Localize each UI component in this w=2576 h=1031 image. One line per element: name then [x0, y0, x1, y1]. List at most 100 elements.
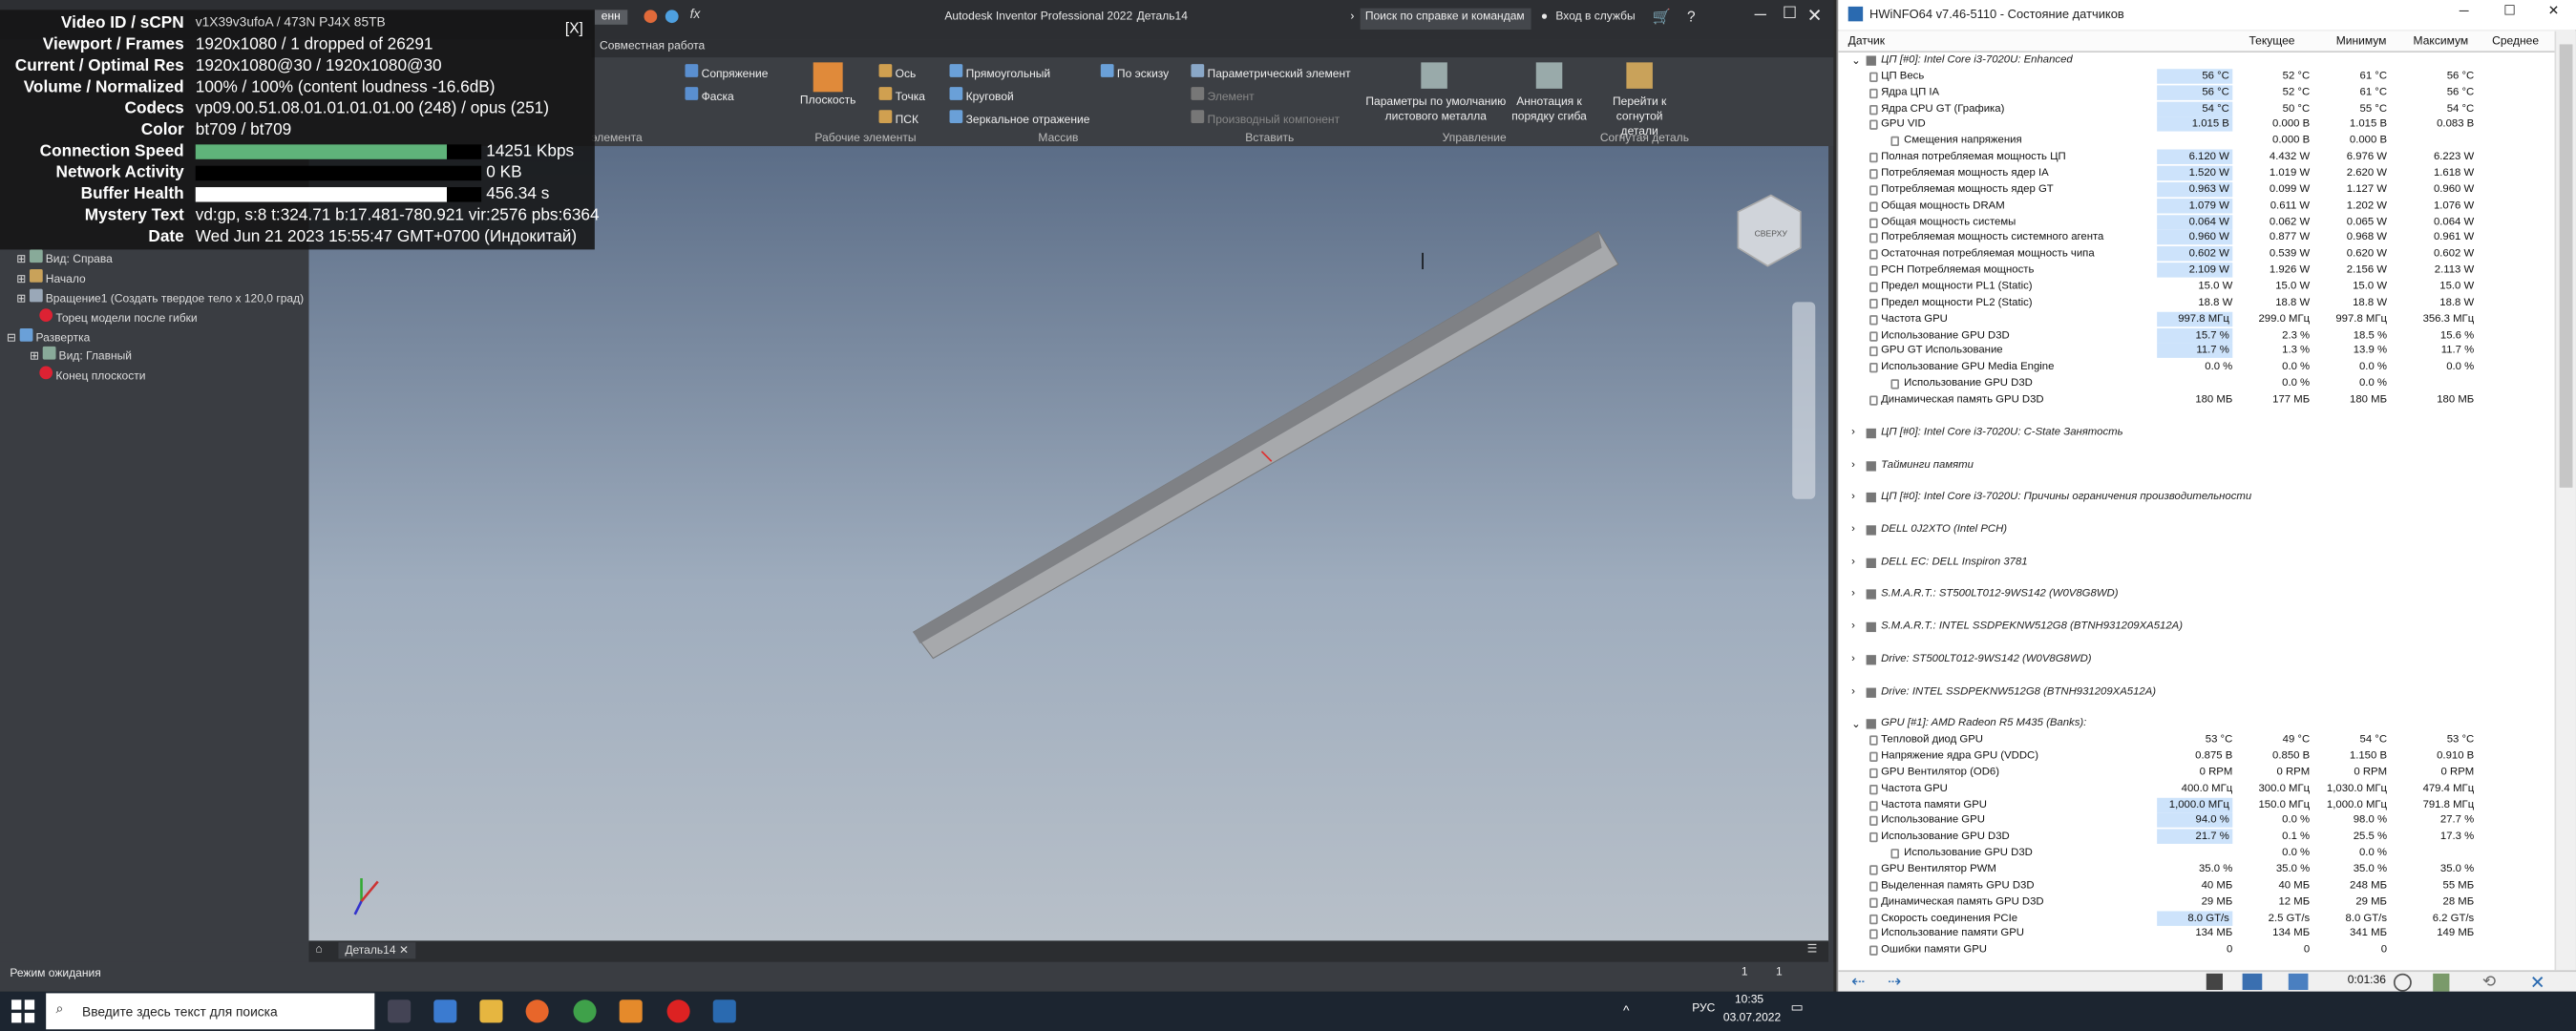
sensor-row[interactable]: Частота GPU 400.0 МГц 300.0 МГц 1,030.0 МГц…: [1838, 781, 2554, 797]
sensor-row[interactable]: Ошибки памяти GPU 0 0 0: [1838, 943, 2554, 959]
fx-icon[interactable]: fx: [690, 7, 701, 21]
expand-right-icon[interactable]: ›: [1851, 556, 1855, 567]
sensor-row[interactable]: Использование GPU 94.0 % 0.0 % 98.0 % 27.7 %: [1838, 812, 2554, 830]
expand-right-icon[interactable]: ›: [1851, 653, 1855, 664]
sensor-row[interactable]: Напряжение ядра GPU (VDDC) 0.875 В 0.850 В…: [1838, 748, 2554, 765]
sensor-group-row[interactable]: › Тайминги памяти: [1838, 457, 2554, 473]
close-icon[interactable]: ✕: [2530, 972, 2545, 994]
expand-right-icon[interactable]: ›: [1851, 427, 1855, 438]
sensor-row[interactable]: GPU GT Использование 11.7 % 1.3 % 13.9 % 11.…: [1838, 344, 2554, 360]
menu-icon[interactable]: ☰: [1807, 942, 1818, 956]
sensor-row[interactable]: Общая мощность DRAM 1.079 W 0.611 W 1.202 W…: [1838, 198, 2554, 215]
sensor-row[interactable]: PCH Потребляемая мощность 2.109 W 1.926 W 2…: [1838, 263, 2554, 279]
plane-button[interactable]: Плоскость: [800, 95, 855, 107]
taskbar-search[interactable]: ⌕ Введите здесь текст для поиска: [46, 993, 375, 1030]
sensor-group-row[interactable]: › ЦП [#0]: Intel Core i3-7020U: Причины о…: [1838, 490, 2554, 506]
close-button[interactable]: ✕: [2548, 3, 2560, 17]
expand-down-icon[interactable]: ⌄: [1851, 54, 1861, 67]
sensor-row[interactable]: Предел мощности PL2 (Static) 18.8 W 18.8 W…: [1838, 295, 2554, 311]
report-icon[interactable]: [2433, 973, 2450, 992]
hwinfo-taskbar-icon[interactable]: [712, 999, 736, 1023]
tray-chevron-icon[interactable]: ^: [1623, 1003, 1629, 1018]
sensor-group-row[interactable]: › DELL 0J2XTO (Intel PCH): [1838, 522, 2554, 538]
folder-icon[interactable]: [479, 999, 503, 1023]
sensor-group-row[interactable]: › ЦП [#0]: Intel Core i3-7020U: C-State З…: [1838, 425, 2554, 441]
sensor-row[interactable]: Использование памяти GPU 134 МБ 134 МБ 341 …: [1838, 927, 2554, 943]
close-button[interactable]: ✕: [1807, 5, 1823, 27]
sensor-row[interactable]: Динамическая память GPU D3D 180 МБ 177 МБ 1…: [1838, 392, 2554, 409]
sensor-row[interactable]: Использование GPU D3D 0.0 % 0.0 %: [1838, 846, 2554, 862]
scrollbar-thumb[interactable]: [2559, 44, 2573, 488]
col-avg[interactable]: Среднее: [2492, 36, 2539, 48]
point-button[interactable]: Точка: [878, 87, 925, 103]
sensor-row[interactable]: GPU Вентилятор (OD6) 0 RPM 0 RPM 0 RPM 0 RPM: [1838, 765, 2554, 781]
col-max[interactable]: Максимум: [2414, 36, 2469, 48]
tree-item-right-view[interactable]: ⊞ Вид: Справа: [16, 249, 113, 266]
nav-right-icon[interactable]: ⇢: [1888, 974, 1901, 992]
start-button[interactable]: [11, 999, 35, 1023]
sensor-row[interactable]: Потребляемая мощность ядер IA 1.520 W 1.01…: [1838, 165, 2554, 182]
sensor-row[interactable]: Потребляемая мощность системного агента 0…: [1838, 230, 2554, 247]
sketch-pattern-button[interactable]: По эскизу: [1100, 64, 1169, 80]
sensor-group-row[interactable]: › S.M.A.R.T.: ST500LT012-9WS142 (W0V8G8WD…: [1838, 587, 2554, 603]
sensor-row[interactable]: Использование GPU D3D 21.7 % 0.1 % 25.5 % 17…: [1838, 829, 2554, 846]
tree-item-end-of-folded[interactable]: Торец модели после гибки: [39, 308, 198, 326]
tree-item-revolve[interactable]: ⊞ Вращение1 (Создать твердое тело x 120,…: [16, 288, 304, 305]
sensor-row[interactable]: Частота памяти GPU 1,000.0 МГц 150.0 МГц 1,…: [1838, 796, 2554, 813]
expand-right-icon[interactable]: ›: [1851, 523, 1855, 535]
ucs-button[interactable]: ПСК: [878, 110, 918, 126]
sensor-row[interactable]: Тепловой диод GPU 53 °C 49 °C 54 °C 53 °C: [1838, 732, 2554, 748]
help-icon[interactable]: ?: [1687, 9, 1696, 25]
inventor-icon[interactable]: [619, 999, 643, 1023]
tree-item-flat-pattern[interactable]: ⊟ Развертка: [7, 327, 90, 345]
sensor-group-row[interactable]: › Drive: INTEL SSDPEKNW512G8 (BTNH931209X…: [1838, 684, 2554, 700]
tree-item-end-of-flat[interactable]: Конец плоскости: [39, 366, 146, 383]
sensor-row[interactable]: Потребляемая мощность ядер GT 0.963 W 0.09…: [1838, 181, 2554, 199]
sheet-defaults-icon[interactable]: [1421, 62, 1447, 89]
derived-button[interactable]: Производный компонент: [1191, 110, 1340, 126]
sensor-row[interactable]: Скорость соединения PCIe 8.0 GT/s 2.5 GT/s…: [1838, 910, 2554, 927]
sensor-row[interactable]: Использование GPU D3D 15.7 % 2.3 % 18.5 % 15…: [1838, 327, 2554, 344]
sensor-row[interactable]: GPU Вентилятор PWM 35.0 % 35.0 % 35.0 % 35.0…: [1838, 862, 2554, 878]
sensor-group-row[interactable]: › S.M.A.R.T.: INTEL SSDPEKNW512G8 (BTNH93…: [1838, 619, 2554, 635]
sensor-row[interactable]: Использование GPU Media Engine 0.0 % 0.0 %…: [1838, 360, 2554, 376]
firefox-icon[interactable]: [525, 999, 549, 1023]
col-min[interactable]: Минимум: [2336, 36, 2387, 48]
sensor-scrollbar[interactable]: [2554, 31, 2576, 971]
sensor-row[interactable]: Полная потребляемая мощность ЦП 6.120 W 4.…: [1838, 149, 2554, 166]
sensor-row[interactable]: Смещения напряжения 0.000 В 0.000 В: [1838, 134, 2554, 150]
sensor-row[interactable]: Использование GPU D3D 0.0 % 0.0 %: [1838, 376, 2554, 392]
appearance-icon[interactable]: [665, 10, 679, 24]
element-button[interactable]: Элемент: [1191, 87, 1255, 103]
login-link[interactable]: Вход в службы: [1555, 11, 1635, 23]
layout-icon[interactable]: [2206, 973, 2223, 990]
expand-right-icon[interactable]: ›: [1851, 621, 1855, 632]
ipart-button[interactable]: Параметрический элемент: [1191, 64, 1351, 80]
goto-folded-icon[interactable]: [1626, 62, 1653, 89]
plane-icon[interactable]: [813, 62, 843, 93]
bend-order-icon[interactable]: [1535, 62, 1563, 89]
sensor-row[interactable]: GPU VID 1.015 В 0.000 В 1.015 В 0.083 В: [1838, 116, 2554, 134]
task-view-icon[interactable]: [388, 999, 412, 1023]
bend-order-button[interactable]: Аннотация к порядку сгиба: [1509, 95, 1591, 125]
sensor-row[interactable]: ЦП Весь 56 °C 52 °C 61 °C 56 °C: [1838, 68, 2554, 85]
nav-left-icon[interactable]: ⇠: [1851, 974, 1865, 992]
reset-icon[interactable]: ⟲: [2482, 974, 2496, 992]
clock-time[interactable]: 10:35: [1735, 995, 1763, 1006]
sensor-row[interactable]: Общая мощность системы 0.064 W 0.062 W 0.06…: [1838, 214, 2554, 231]
notification-icon[interactable]: ▭: [1790, 999, 1803, 1014]
navigation-bar[interactable]: [1792, 302, 1816, 499]
opera-icon[interactable]: [666, 999, 690, 1023]
sensor-row[interactable]: Выделенная память GPU D3D 40 МБ 40 МБ 248 М…: [1838, 878, 2554, 894]
settings-network-icon[interactable]: [2288, 973, 2309, 990]
tab-collaborate[interactable]: Совместная работа: [600, 41, 705, 53]
clock-date[interactable]: 03.07.2022: [1723, 1013, 1781, 1024]
close-icon[interactable]: ✕: [399, 946, 409, 957]
help-search-input[interactable]: Поиск по справке и командам: [1360, 8, 1531, 30]
sensor-row[interactable]: Предел мощности PL1 (Static) 15.0 W 15.0 W…: [1838, 279, 2554, 295]
minimize-button[interactable]: ─: [1755, 7, 1766, 25]
rect-pattern-button[interactable]: Прямоугольный: [949, 64, 1050, 80]
sensor-group-row[interactable]: ⌄ GPU [#1]: AMD Radeon R5 M435 (Banks):: [1838, 716, 2554, 732]
maximize-button[interactable]: ☐: [1783, 5, 1797, 23]
clock-icon[interactable]: [2393, 973, 2412, 992]
